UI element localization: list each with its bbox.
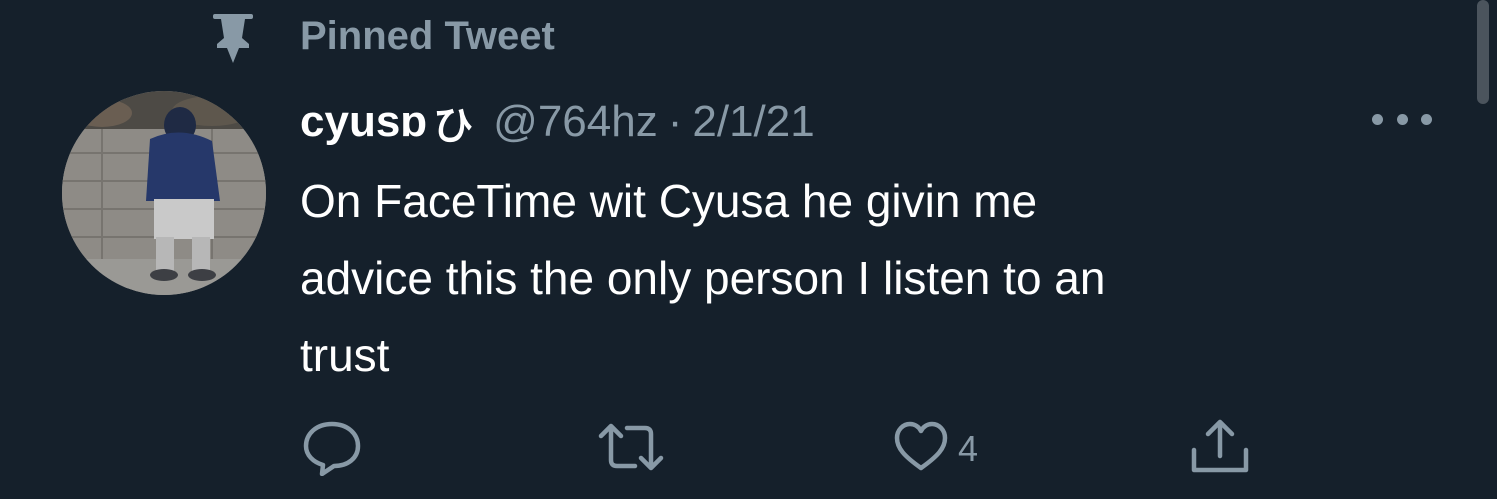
display-name[interactable]: cyusɒ (300, 97, 427, 147)
tweet-text-line: advice this the only person I listen to … (300, 252, 1106, 304)
heart-icon (892, 418, 950, 481)
user-handle[interactable]: @764hz (493, 97, 658, 147)
header-separator: · (667, 97, 683, 146)
reply-button[interactable] (300, 418, 364, 480)
tweet-header: cyusɒ ひ @764hz · 2/1/21 (300, 92, 815, 152)
share-icon (1188, 416, 1252, 483)
more-dots-icon[interactable] (1372, 104, 1432, 134)
retweet-button[interactable] (595, 418, 667, 480)
reply-icon (300, 418, 364, 481)
like-count: 4 (958, 428, 979, 469)
pin-icon (204, 8, 262, 64)
scrollbar[interactable] (1477, 0, 1489, 104)
display-name-glyph: ひ (433, 104, 474, 148)
pinned-tweet-label: Pinned Tweet (300, 13, 555, 58)
tweet-text-line: On FaceTime wit Cyusa he givin me (300, 175, 1038, 227)
like-button[interactable]: 4 (892, 418, 978, 480)
pinned-tweet-indicator: Pinned Tweet (204, 8, 555, 64)
tweet-date[interactable]: 2/1/21 (692, 97, 814, 147)
avatar[interactable] (62, 91, 266, 295)
retweet-icon (595, 418, 667, 481)
tweet-text-line: trust (300, 329, 390, 381)
tweet-text: On FaceTime wit Cyusa he givin me advice… (300, 163, 1410, 394)
share-button[interactable] (1188, 418, 1252, 480)
